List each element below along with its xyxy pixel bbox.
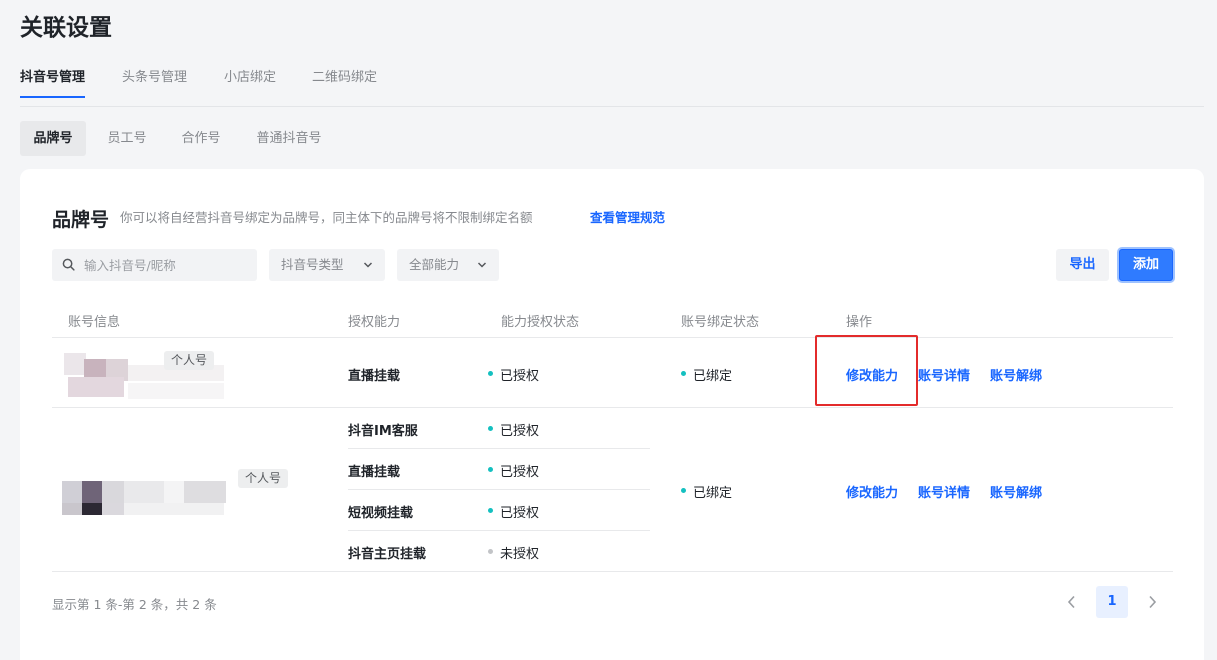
status-dot-icon <box>488 508 493 513</box>
pagination-page-1[interactable]: 1 <box>1096 586 1128 618</box>
header-ability-status: 能力授权状态 <box>501 315 580 330</box>
tab-qrcode-binding[interactable]: 二维码绑定 <box>312 66 377 97</box>
ability-select[interactable]: 全部能力 <box>397 249 499 281</box>
avatar <box>62 461 232 517</box>
account-type-select[interactable]: 抖音号类型 <box>269 249 385 281</box>
chevron-left-icon <box>1067 595 1075 609</box>
account-detail-button[interactable]: 账号详情 <box>918 482 970 501</box>
account-unbind-button[interactable]: 账号解绑 <box>990 365 1042 384</box>
pagination-summary: 显示第 1 条-第 2 条，共 2 条 <box>52 597 217 612</box>
brand-account-card: 品牌号 你可以将自经营抖音号绑定为品牌号，同主体下的品牌号将不限制绑定名额 查看… <box>20 169 1204 660</box>
ability-divider <box>348 448 650 449</box>
tab-douyin-account[interactable]: 抖音号管理 <box>20 66 86 98</box>
ability-status: 已授权 <box>488 502 539 521</box>
ability-divider <box>348 530 650 531</box>
status-dot-icon <box>681 371 686 376</box>
ability-status-text: 已授权 <box>500 369 540 384</box>
subtab-employee[interactable]: 员工号 <box>96 121 158 156</box>
ability-name: 短视频挂载 <box>348 506 414 521</box>
section-description: 你可以将自经营抖音号绑定为品牌号，同主体下的品牌号将不限制绑定名额 <box>120 210 533 225</box>
status-dot-icon <box>488 426 493 431</box>
tab-shop-binding[interactable]: 小店绑定 <box>224 66 276 97</box>
search-icon <box>62 258 75 271</box>
ability-name: 抖音主页挂载 <box>348 547 427 562</box>
header-account-info: 账号信息 <box>68 315 121 330</box>
page-title: 关联设置 <box>20 15 112 41</box>
ability-select-value: 全部能力 <box>409 257 460 272</box>
ability-status: 已授权 <box>488 461 539 480</box>
header-ability: 授权能力 <box>348 315 401 330</box>
ability-status-text: 已授权 <box>500 465 540 480</box>
chevron-right-icon <box>1149 595 1157 609</box>
table-divider <box>52 571 1173 572</box>
chevron-down-icon <box>363 262 373 268</box>
ability-status-text: 未授权 <box>500 547 540 562</box>
pagination-prev-button[interactable] <box>1056 586 1088 618</box>
section-title: 品牌号 <box>52 209 110 231</box>
export-button[interactable]: 导出 <box>1056 249 1109 281</box>
ability-name: 直播挂载 <box>348 465 401 480</box>
account-type-tag: 个人号 <box>238 469 289 488</box>
account-type-select-value: 抖音号类型 <box>281 257 344 272</box>
status-dot-icon <box>488 467 493 472</box>
table-divider <box>52 407 1173 408</box>
tab-toutiao-account[interactable]: 头条号管理 <box>122 66 187 97</box>
search-box[interactable] <box>52 249 257 281</box>
subtab-normal-douyin[interactable]: 普通抖音号 <box>244 121 334 156</box>
bind-status: 已绑定 <box>681 482 732 501</box>
ability-divider <box>348 489 650 490</box>
search-input[interactable] <box>84 249 252 281</box>
ability-status: 已授权 <box>488 420 539 439</box>
chevron-down-icon <box>477 262 487 268</box>
ability-status-text: 已授权 <box>500 424 540 439</box>
subtab-brand[interactable]: 品牌号 <box>20 121 86 156</box>
status-dot-icon <box>681 488 686 493</box>
main-tabs: 抖音号管理 头条号管理 小店绑定 二维码绑定 <box>20 66 1204 107</box>
bind-status-text: 已绑定 <box>693 486 733 501</box>
bind-status: 已绑定 <box>681 365 732 384</box>
ability-status: 未授权 <box>488 543 539 562</box>
status-dot-icon <box>488 549 493 554</box>
subtab-partner[interactable]: 合作号 <box>170 121 232 156</box>
account-type-tag: 个人号 <box>164 351 215 370</box>
status-dot-icon <box>488 371 493 376</box>
account-detail-button[interactable]: 账号详情 <box>918 365 970 384</box>
pagination-next-button[interactable] <box>1136 586 1168 618</box>
header-bind-status: 账号绑定状态 <box>681 315 760 330</box>
ability-name: 抖音IM客服 <box>348 424 418 439</box>
view-rules-link[interactable]: 查看管理规范 <box>590 207 665 226</box>
modify-ability-button[interactable]: 修改能力 <box>846 482 898 501</box>
add-button[interactable]: 添加 <box>1119 249 1173 281</box>
highlight-box <box>815 335 918 406</box>
header-actions: 操作 <box>846 315 873 330</box>
ability-status: 已授权 <box>488 365 539 384</box>
table-divider <box>52 337 1173 338</box>
ability-status-text: 已授权 <box>500 506 540 521</box>
account-unbind-button[interactable]: 账号解绑 <box>990 482 1042 501</box>
ability-name: 直播挂载 <box>348 369 401 384</box>
bind-status-text: 已绑定 <box>693 369 733 384</box>
